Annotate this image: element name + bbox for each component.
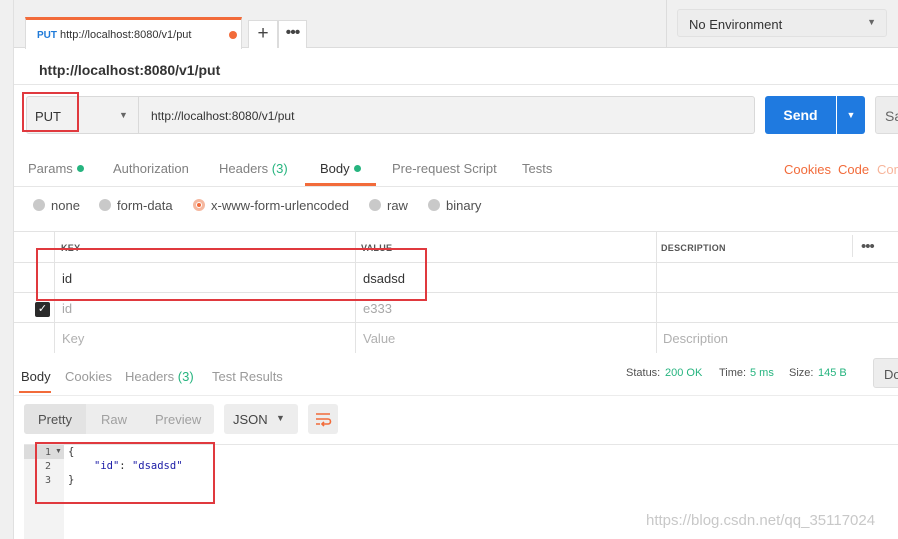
tab-authorization[interactable]: Authorization [113,161,189,176]
new-tab-button[interactable]: + [248,20,278,48]
comments-link[interactable]: Com [877,162,898,177]
tab-label: Params [28,161,73,176]
format-label: JSON [233,412,268,427]
environment-select[interactable]: No Environment ▼ [677,9,887,37]
size-label: Size: [789,367,814,379]
radio-label: x-www-form-urlencoded [211,198,349,213]
response-tab-headers[interactable]: Headers (3) [125,369,194,384]
annotation-box-response [35,442,215,504]
chevron-down-icon: ▼ [276,413,285,423]
request-tab-url: http://localhost:8080/v1/put [60,29,192,41]
tab-headers[interactable]: Headers (3) [219,161,288,176]
chevron-down-icon: ▼ [119,110,128,120]
body-type-none[interactable]: none [33,198,80,213]
radio-icon [369,199,381,211]
bulk-edit-more-button[interactable]: ••• [861,238,875,255]
view-mode-segmented: Pretty Raw Preview [24,404,214,434]
radio-label: form-data [117,198,173,213]
headers-count: (3) [271,161,288,176]
tab-body[interactable]: Body [320,161,361,176]
watermark: https://blog.csdn.net/qq_35117024 [646,512,876,529]
download-label: Do [884,367,898,382]
page-title: http://localhost:8080/v1/put [39,62,221,78]
status-label: Status: [626,367,661,379]
body-type-binary[interactable]: binary [428,198,481,213]
body-type-form-data[interactable]: form-data [99,198,173,213]
table-row-new: Key Value Description [14,323,898,354]
url-value: http://localhost:8080/v1/put [151,109,295,123]
description-header: DESCRIPTION [661,243,726,253]
unsaved-dot-icon [229,31,237,39]
cookies-link[interactable]: Cookies [784,162,831,177]
tab-label: Headers [219,161,269,176]
radio-selected-icon [193,199,205,211]
response-tab-test-results[interactable]: Test Results [212,369,283,384]
view-pretty-button[interactable]: Pretty [38,412,72,427]
response-tab-body[interactable]: Body [21,369,51,384]
url-input[interactable]: http://localhost:8080/v1/put [139,96,755,134]
view-preview-button[interactable]: Preview [155,412,201,427]
tab-tests[interactable]: Tests [522,161,552,176]
divider [14,84,898,85]
chevron-down-icon: ▼ [867,17,876,27]
save-label: Sa [885,108,898,124]
radio-icon [99,199,111,211]
save-button[interactable]: Sa [875,96,898,134]
radio-label: raw [387,198,408,213]
view-raw-button[interactable]: Raw [101,412,127,427]
wrap-lines-button[interactable] [308,404,338,434]
body-type-raw[interactable]: raw [369,198,408,213]
key-cell[interactable]: id [62,301,72,316]
key-placeholder-input[interactable]: Key [62,331,84,346]
format-select[interactable]: JSON ▼ [224,404,298,434]
sidebar-edge [0,0,14,539]
time-value: 5 ms [750,367,774,379]
response-tab-cookies[interactable]: Cookies [65,369,112,384]
divider [14,395,898,396]
code-link[interactable]: Code [838,162,869,177]
request-tab[interactable]: PUT http://localhost:8080/v1/put [25,17,242,49]
divider [656,232,657,354]
value-cell[interactable]: e333 [363,301,392,316]
time-label: Time: [719,367,747,379]
radio-label: binary [446,198,482,213]
tab-params[interactable]: Params [28,161,84,176]
body-type-urlencoded[interactable]: x-www-form-urlencoded [193,198,349,213]
value-placeholder-input[interactable]: Value [363,331,395,346]
download-button[interactable]: Do [873,358,898,388]
status-dot-icon [353,165,361,172]
send-button[interactable]: Send [765,96,836,134]
annotation-box-params [36,248,427,301]
tab-label: Headers [125,369,175,384]
divider [852,235,853,257]
headers-count: (3) [177,369,194,384]
annotation-box-method [22,92,79,132]
environment-label: No Environment [689,17,783,32]
status-value: 200 OK [665,367,703,379]
tab-prerequest-script[interactable]: Pre-request Script [392,161,497,176]
request-tab-method: PUT [37,30,57,41]
description-placeholder-input[interactable]: Description [663,331,728,346]
divider [14,186,898,187]
send-dropdown-button[interactable]: ▼ [837,96,865,134]
tab-label: Body [320,161,350,176]
size-value: 145 B [818,367,847,379]
active-tab-indicator [19,391,51,393]
divider [666,0,667,48]
radio-label: none [51,198,80,213]
wrap-lines-icon [316,413,332,427]
radio-icon [33,199,45,211]
tab-more-button[interactable]: ••• [278,20,307,48]
radio-icon [428,199,440,211]
status-dot-icon [76,165,84,172]
